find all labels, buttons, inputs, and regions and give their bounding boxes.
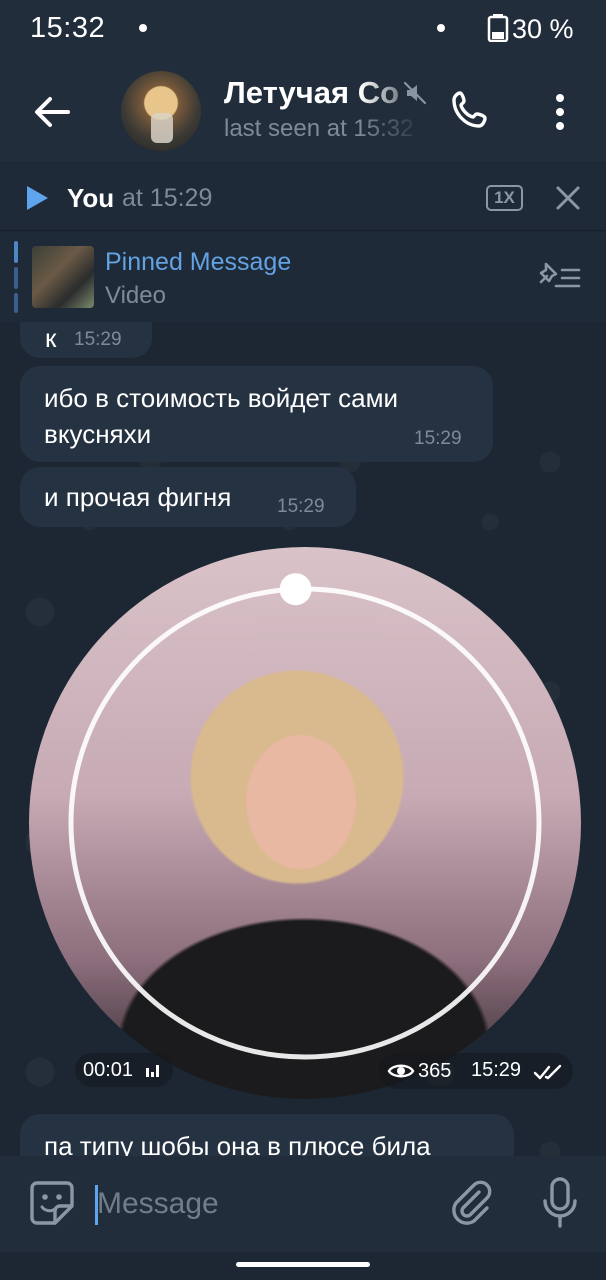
sound-wave-icon — [145, 1065, 159, 1077]
sticker-emoji-icon[interactable] — [29, 1180, 75, 1226]
message-time: 15:29 — [471, 1059, 522, 1081]
message-time: 15:29 — [414, 428, 462, 449]
player-time: at 15:29 — [122, 184, 213, 212]
message-bubble[interactable]: ибо в стоимость войдет сами вкусняхи 15:… — [20, 366, 493, 462]
notification-dot-icon — [437, 24, 445, 32]
message-list[interactable]: к 15:29 ибо в стоимость войдет сами вкус… — [0, 322, 606, 1156]
pin-list-icon[interactable] — [534, 260, 582, 294]
message-time: 15:29 — [277, 496, 325, 517]
attach-paperclip-icon[interactable] — [446, 1178, 496, 1228]
more-options-icon[interactable] — [543, 90, 577, 134]
notification-dot-icon — [139, 24, 147, 32]
double-check-icon — [533, 1064, 562, 1080]
pinned-message-bar[interactable]: Pinned Message Video — [0, 232, 606, 322]
views-eye-icon — [387, 1064, 415, 1078]
message-bubble[interactable]: к 15:29 — [20, 322, 152, 358]
message-bubble[interactable]: и прочая фигня 15:29 — [20, 467, 356, 527]
pin-indicator — [14, 241, 18, 313]
composer-bar — [0, 1156, 606, 1252]
progress-knob[interactable] — [279, 573, 312, 606]
message-input[interactable] — [97, 1178, 427, 1230]
playback-speed-button[interactable]: 1X — [486, 185, 523, 211]
home-indicator[interactable] — [236, 1262, 370, 1267]
views-count: 365 — [418, 1060, 452, 1082]
battery-level: 30 % — [512, 14, 574, 44]
message-time: 15:29 — [74, 329, 122, 350]
phone-call-icon[interactable] — [448, 88, 492, 132]
chat-header: Летучая Со last seen at 15:32 — [0, 62, 606, 162]
battery-icon — [487, 14, 509, 42]
play-icon[interactable] — [24, 185, 50, 211]
microphone-icon[interactable] — [540, 1176, 580, 1230]
message-text: па типу шобы она в плюсе била — [44, 1131, 431, 1156]
mute-icon — [403, 81, 427, 105]
media-player-bar[interactable]: You at 15:29 1X — [0, 163, 606, 231]
video-duration-badge: 00:01 — [75, 1053, 173, 1087]
status-bar: 15:32 30 % — [0, 0, 606, 62]
video-note[interactable] — [29, 547, 581, 1099]
avatar[interactable] — [121, 71, 201, 151]
message-text: ибо в стоимость войдет сами — [44, 383, 399, 413]
back-arrow-icon[interactable] — [28, 88, 76, 136]
pinned-label: Pinned Message — [105, 248, 292, 276]
close-icon[interactable] — [555, 185, 581, 211]
message-text: вкусняхи — [44, 419, 152, 449]
video-progress-ring[interactable] — [29, 547, 581, 1099]
message-bubble[interactable]: па типу шобы она в плюсе била — [20, 1114, 514, 1156]
message-text: и прочая фигня — [44, 482, 232, 512]
video-duration: 00:01 — [83, 1059, 134, 1081]
player-sender: You — [67, 183, 115, 213]
pinned-type: Video — [105, 282, 166, 309]
navigation-bar — [0, 1252, 606, 1280]
video-meta-badge: 365 15:29 — [379, 1053, 573, 1089]
status-time: 15:32 — [30, 12, 106, 44]
message-text: к — [45, 323, 57, 353]
pinned-video-thumbnail — [32, 246, 94, 308]
